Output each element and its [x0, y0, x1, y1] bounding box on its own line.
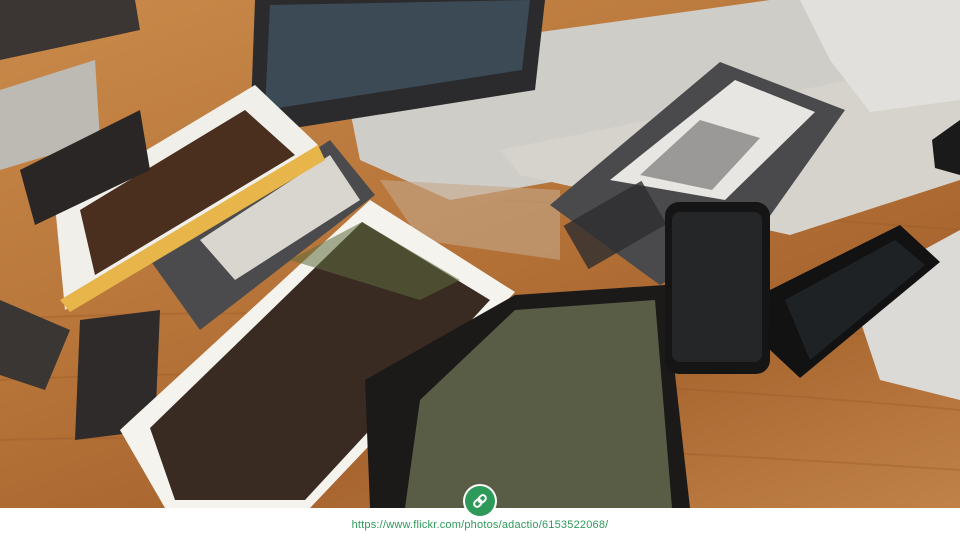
link-button[interactable] [465, 486, 495, 516]
device-pile-photo [0, 0, 960, 508]
photo-illustration [0, 0, 960, 508]
source-url-link[interactable]: https://www.flickr.com/photos/adactio/61… [0, 519, 960, 531]
link-icon [473, 494, 487, 508]
